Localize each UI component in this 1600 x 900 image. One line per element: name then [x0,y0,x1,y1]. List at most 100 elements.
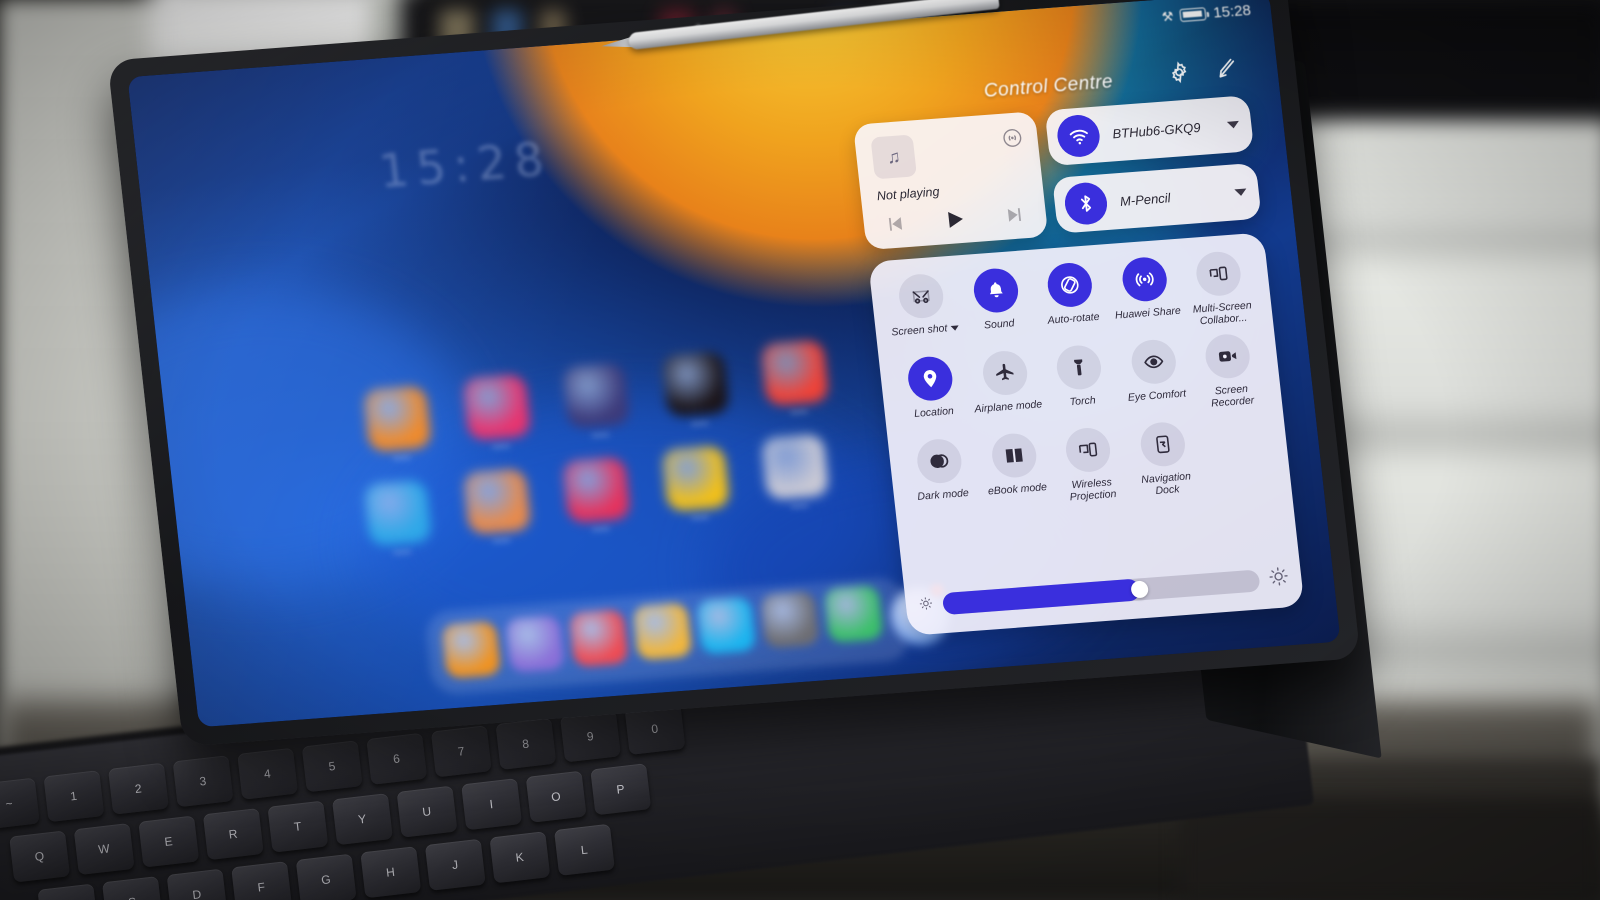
keyboard-key[interactable]: ~ [0,777,40,830]
home-app-icon[interactable] [661,351,730,418]
battery-icon [1179,7,1208,23]
keyboard-key[interactable]: D [166,868,228,900]
bell-icon[interactable] [971,267,1020,315]
navdock-icon[interactable] [1138,420,1187,468]
toggle-navigation-dock[interactable]: Navigation Dock [1125,420,1203,499]
toggle-label: Sound [983,317,1016,332]
dock-app-icon[interactable] [568,608,629,667]
dock-app-icon[interactable] [696,596,757,655]
toggle-eye-comfort[interactable]: Eye Comfort [1116,337,1194,416]
keyboard-key[interactable]: W [73,822,135,876]
dock-app-icon[interactable] [759,590,820,649]
toggle-airplane-mode[interactable]: Airplane mode [967,349,1045,428]
toggle-screenshot[interactable]: Screen shot [884,272,962,351]
toggle-label: Eye Comfort [1127,387,1187,404]
toggle-location[interactable]: Location [893,354,971,433]
quick-toggles-panel[interactable]: Screen shot Sound Auto-rotate Huawei Share M… [868,232,1305,636]
media-previous-button[interactable] [882,212,907,240]
media-next-button[interactable] [1004,203,1029,231]
tablet-screen[interactable]: 15:28 ⚒ 15:28 ••••• ••••• ••••• ••••• ••••• •… [127,0,1341,728]
dock-app-icon[interactable] [632,602,693,661]
rotate-icon[interactable] [1045,261,1095,309]
home-app-icon[interactable] [760,433,830,501]
media-player-card[interactable]: ♫ Not playing [852,111,1049,251]
toggle-label: eBook mode [987,481,1048,498]
toggle-torch[interactable]: Torch [1042,343,1120,422]
keyboard-key[interactable]: F [231,861,293,900]
bluetooth-icon[interactable] [1062,181,1110,227]
bluetooth-card[interactable]: M-Pencil [1051,162,1262,234]
toggle-sound[interactable]: Sound [958,266,1036,345]
control-centre-panel[interactable]: Control Centre ♫ Not playing BTHub6-GKQ9… [846,34,1305,640]
media-thumbnail: ♫ [870,134,917,180]
home-app-icon[interactable] [561,362,631,429]
wifi-icon[interactable] [1055,113,1102,159]
location-pin-icon[interactable] [905,355,955,403]
toggle-ebook-mode[interactable]: eBook mode [976,431,1054,510]
keyboard-key[interactable]: H [360,846,422,899]
toggle-wireless-projection[interactable]: Wireless Projection [1051,425,1129,504]
control-centre-actions[interactable] [1166,56,1240,85]
toggle-huawei-share[interactable]: Huawei Share [1107,255,1185,334]
airplane-icon[interactable] [980,349,1029,397]
home-app-icon[interactable] [462,374,532,441]
book-icon[interactable] [989,432,1039,480]
contrast-icon[interactable] [915,437,964,485]
toggle-label: Screen Recorder [1210,382,1255,410]
toggle-screen-recorder[interactable]: Screen Recorder [1190,332,1268,411]
torch-icon[interactable] [1054,343,1104,391]
cast-audio-icon[interactable] [1000,126,1024,150]
gear-icon[interactable] [1166,59,1193,85]
chevron-down-icon[interactable] [1226,120,1240,129]
projection-icon[interactable] [1063,426,1113,474]
toggle-label: Multi-Screen Collabor... [1192,299,1253,328]
toggle-multi-screen-collaboration[interactable]: Multi-Screen Collabor... [1181,249,1259,328]
toggle-dark-mode[interactable]: Dark mode [902,437,980,516]
chevron-down-icon[interactable] [1234,188,1248,196]
eye-icon[interactable] [1128,338,1178,386]
video-camera-icon[interactable] [1203,332,1252,380]
keyboard-key[interactable]: G [295,853,357,900]
brightness-high-icon [1267,565,1291,592]
home-app-icon[interactable] [363,385,432,452]
keyboard-key[interactable]: L [554,823,615,876]
keyboard-key[interactable]: 1 [43,770,105,823]
toggle-row[interactable]: Dark mode eBook mode Wireless Projection Na… [898,414,1281,516]
home-app-icon[interactable] [562,456,631,524]
brightness-slider[interactable] [917,563,1291,621]
toggle-label: Dark mode [916,487,970,503]
home-app-icon[interactable] [462,468,532,535]
dock-app-icon[interactable] [505,614,565,673]
chevron-down-icon[interactable] [950,325,959,331]
desk-surface-right [1180,800,1600,900]
pencil-icon[interactable] [1214,56,1241,82]
dock-app-icon[interactable] [823,584,884,643]
brightness-low-icon [917,594,935,616]
toggle-label: Airplane mode [973,398,1043,416]
tablet-shell: 15:28 ⚒ 15:28 ••••• ••••• ••••• ••••• ••••• •… [107,0,1361,747]
keyboard-key[interactable]: 2 [108,762,169,815]
photo-scene: ~1234567890 QWERTYUIOP ASDFGHJKL 15:28 [0,0,1600,900]
screenshot-icon[interactable] [896,272,946,320]
music-note-icon: ♫ [885,145,902,167]
keyboard-key[interactable]: E [138,815,200,868]
wifi-card[interactable]: BTHub6-GKQ9 [1044,95,1255,167]
keyboard-key[interactable]: Q [9,830,71,883]
media-controls[interactable] [863,201,1048,243]
media-play-button[interactable] [942,207,969,238]
brightness-track[interactable] [941,569,1261,616]
keyboard-key[interactable]: J [424,838,486,891]
keyboard-key[interactable]: K [489,831,551,884]
toggle-label: Huawei Share [1114,304,1182,322]
toggle-label: Screen shot [891,321,959,338]
wifi-network-name: BTHub6-GKQ9 [1111,119,1202,141]
home-app-icon[interactable] [363,479,433,547]
broadcast-icon[interactable] [1119,255,1169,303]
home-app-icon[interactable] [760,339,830,406]
stylus-icon: ⚒ [1160,8,1175,24]
dock-app-icon[interactable] [441,620,502,679]
toggle-auto-rotate[interactable]: Auto-rotate [1032,260,1110,339]
home-app-icon[interactable] [661,445,731,512]
toggle-label: Location [913,404,955,420]
multiscreen-icon[interactable] [1194,250,1243,298]
